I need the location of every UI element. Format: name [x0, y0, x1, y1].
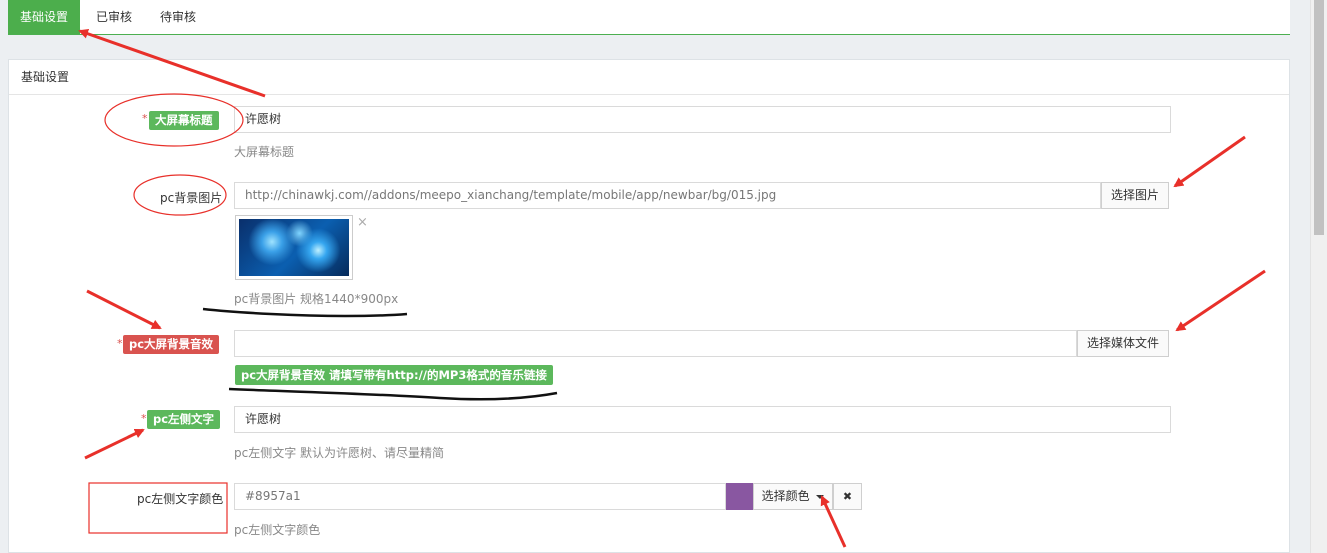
screen-title-input[interactable]: 许愿树	[234, 106, 1171, 133]
settings-panel: 基础设置	[8, 59, 1290, 553]
pc-left-color-label: pc左侧文字颜色	[137, 492, 224, 506]
pc-audio-help: pc大屏背景音效 请填写带有http://的MP3格式的音乐链接	[235, 365, 553, 385]
pc-audio-label: pc大屏背景音效	[123, 335, 220, 354]
screen-title-label: 大屏幕标题	[149, 111, 219, 130]
select-color-label: 选择颜色	[761, 489, 810, 503]
pc-left-color-help: pc左侧文字颜色	[234, 523, 321, 537]
pc-left-text-label: pc左侧文字	[147, 410, 221, 429]
pc-bg-thumbnail	[235, 215, 353, 280]
color-swatch[interactable]	[726, 483, 753, 510]
scrollbar-thumb[interactable]	[1314, 0, 1324, 235]
pc-bg-help: pc背景图片 规格1440*900px	[234, 292, 399, 306]
required-mark: *	[117, 337, 123, 350]
tab-approved[interactable]: 已审核	[96, 0, 132, 34]
screen-title-help: 大屏幕标题	[234, 145, 295, 159]
required-mark: *	[141, 412, 147, 425]
tab-pending[interactable]: 待审核	[160, 0, 196, 34]
tab-bar: 基础设置 已审核 待审核	[8, 0, 1290, 35]
panel-title: 基础设置	[9, 60, 1289, 95]
page-scrollbar[interactable]	[1310, 0, 1327, 553]
remove-image-icon[interactable]: ×	[357, 215, 368, 230]
pc-audio-input[interactable]	[234, 330, 1077, 357]
caret-down-icon	[816, 494, 825, 499]
select-color-button[interactable]: 选择颜色	[753, 483, 833, 510]
pc-left-text-input[interactable]: 许愿树	[234, 406, 1171, 433]
pc-bg-url-input[interactable]: http://chinawkj.com//addons/meepo_xianch…	[234, 182, 1101, 209]
clear-color-button[interactable]: ✖	[833, 483, 862, 510]
required-mark: *	[142, 112, 148, 125]
select-image-button[interactable]: 选择图片	[1101, 182, 1169, 209]
pc-bg-label: pc背景图片	[160, 191, 223, 205]
pc-left-text-help: pc左侧文字 默认为许愿树、请尽量精简	[234, 446, 445, 460]
select-media-button[interactable]: 选择媒体文件	[1077, 330, 1169, 357]
tab-basic-settings[interactable]: 基础设置	[8, 0, 80, 34]
pc-left-color-input[interactable]: #8957a1	[234, 483, 726, 510]
